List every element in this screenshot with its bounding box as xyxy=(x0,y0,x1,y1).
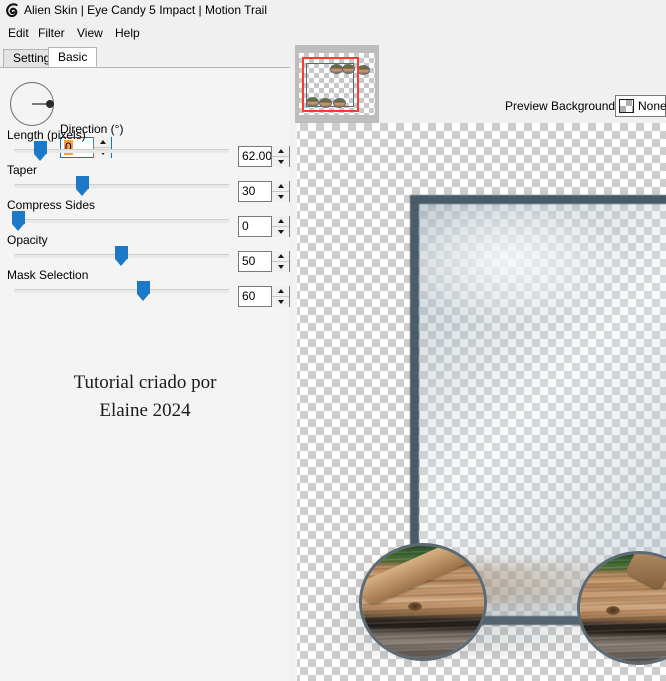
preview-background-label: Preview Background: xyxy=(505,99,619,113)
slider-thumb-opacity[interactable] xyxy=(115,246,128,266)
preview-panel: Preview Background: None xyxy=(290,44,666,681)
slider-label-compress-sides: Compress Sides xyxy=(7,198,96,212)
menu-item-view[interactable]: View xyxy=(74,25,106,41)
slider-row-taper: Taper 30 xyxy=(0,163,290,202)
menu-item-filter[interactable]: Filter xyxy=(35,25,68,41)
slider-track-taper[interactable] xyxy=(14,184,229,188)
slider-track-compress-sides[interactable] xyxy=(14,219,229,223)
slider-thumb-length[interactable] xyxy=(34,141,47,161)
preview-canvas[interactable] xyxy=(292,123,666,681)
slider-label-mask-selection: Mask Selection xyxy=(7,268,89,282)
direction-dial[interactable] xyxy=(10,82,56,128)
checkerboard-swatch-icon xyxy=(619,99,634,113)
application-window: Alien Skin | Eye Candy 5 Impact | Motion… xyxy=(0,0,666,681)
canvas-left-margin xyxy=(292,123,297,681)
stepper-up-mask-selection[interactable] xyxy=(272,286,289,297)
slider-label-length: Length (pixels) xyxy=(7,128,86,142)
wood-knot xyxy=(408,602,422,611)
menu-bar: Edit Filter View Help xyxy=(0,22,666,43)
tab-strip: Settings Basic xyxy=(0,44,290,68)
spinbox-value-opacity[interactable]: 50 xyxy=(242,254,255,269)
watermark-line-2: Elaine 2024 xyxy=(99,400,191,421)
navigator-viewport-rect[interactable] xyxy=(302,57,359,112)
settings-panel: Settings Basic Direction (°) 0 Length (p… xyxy=(0,44,291,681)
menu-item-edit[interactable]: Edit xyxy=(5,25,32,41)
preview-background-selector[interactable]: None xyxy=(615,95,666,117)
slider-thumb-compress-sides[interactable] xyxy=(12,211,25,231)
title-bar: Alien Skin | Eye Candy 5 Impact | Motion… xyxy=(0,0,666,21)
slider-row-compress-sides: Compress Sides 0 xyxy=(0,198,290,237)
stepper-down-mask-selection[interactable] xyxy=(272,297,289,307)
slider-label-opacity: Opacity xyxy=(7,233,48,247)
preview-background-value: None xyxy=(638,99,666,113)
stepper-up-opacity[interactable] xyxy=(272,251,289,262)
direction-dial-knob[interactable] xyxy=(46,100,54,108)
stepper-up-taper[interactable] xyxy=(272,181,289,192)
slider-row-opacity: Opacity 50 xyxy=(0,233,290,272)
menu-item-help[interactable]: Help xyxy=(112,25,143,41)
alien-skin-logo-icon xyxy=(5,3,20,18)
spinbox-value-taper[interactable]: 30 xyxy=(242,184,255,199)
watermark-text: Tutorial criado por Elaine 2024 xyxy=(0,369,290,425)
slider-label-taper: Taper xyxy=(7,163,38,177)
spinbox-value-length[interactable]: 62.00 xyxy=(242,149,272,164)
wood-circle-image xyxy=(577,551,666,665)
slider-track-mask-selection[interactable] xyxy=(14,289,229,293)
tab-basic[interactable]: Basic xyxy=(48,47,98,67)
navigator-thumbnail[interactable] xyxy=(295,45,379,125)
watermark-line-1: Tutorial criado por xyxy=(73,372,217,393)
wood-circle-image xyxy=(359,543,487,661)
preview-frame-highlight xyxy=(420,205,630,325)
slider-thumb-taper[interactable] xyxy=(76,176,89,196)
wood-knot xyxy=(606,606,620,615)
stepper-mask-selection[interactable] xyxy=(271,286,289,307)
slider-row-mask-selection: Mask Selection 60 xyxy=(0,268,290,307)
spinbox-mask-selection[interactable]: 60 xyxy=(238,286,290,307)
slider-row-length: Length (pixels) 62.00 xyxy=(0,128,290,167)
slider-thumb-mask-selection[interactable] xyxy=(137,281,150,301)
spinbox-value-compress-sides[interactable]: 0 xyxy=(242,219,249,234)
spinbox-value-mask-selection[interactable]: 60 xyxy=(242,289,255,304)
stepper-up-compress-sides[interactable] xyxy=(272,216,289,227)
stepper-up-length[interactable] xyxy=(272,146,289,157)
window-title: Alien Skin | Eye Candy 5 Impact | Motion… xyxy=(24,3,268,17)
